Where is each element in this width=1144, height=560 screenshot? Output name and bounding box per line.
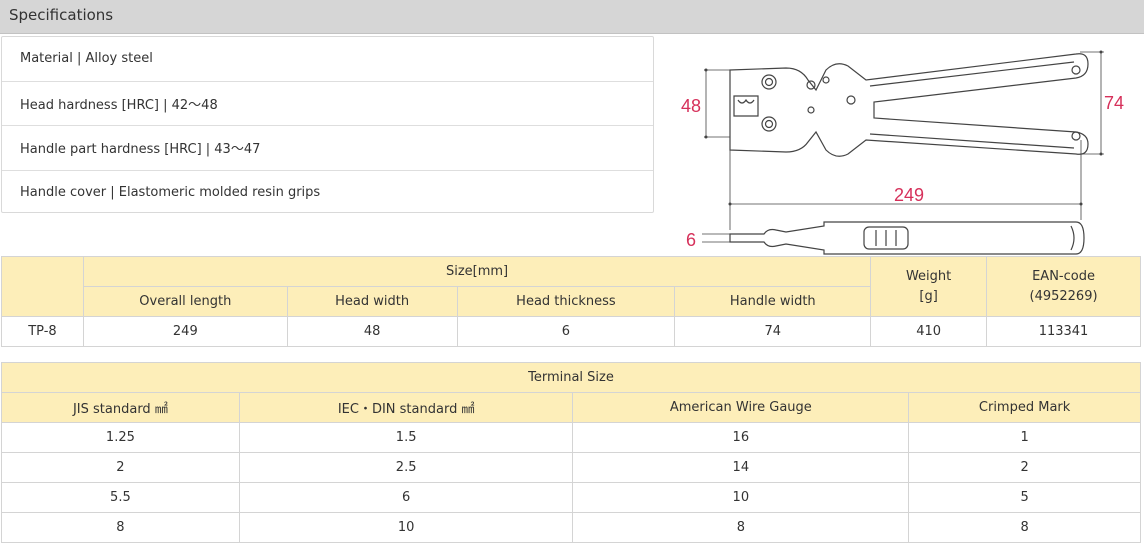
table-row: 8 10 8 8 — [1, 512, 1141, 543]
dim-head-width-label: 48 — [681, 96, 701, 116]
spec-item-head-hardness: Head hardness [HRC] | 42～48 — [2, 82, 653, 126]
cell-jis: 1.25 — [1, 422, 240, 453]
col-header-overall-length: Overall length — [82, 286, 288, 317]
tool-dimension-diagram: 48 74 249 6 — [681, 50, 1124, 255]
table-row: 1.25 1.5 16 1 — [1, 422, 1141, 453]
weight-header: Weight [g] — [870, 256, 988, 317]
cell-awg: 14 — [572, 452, 910, 483]
weight-unit: [g] — [919, 288, 938, 304]
cell-ean: 113341 — [986, 316, 1141, 347]
cell-head-width: 48 — [286, 316, 458, 347]
tool-side-outline — [729, 221, 1085, 255]
col-header-crimped-mark: Crimped Mark — [908, 392, 1141, 423]
col-header-handle-width: Handle width — [674, 286, 872, 317]
dim-thickness-label: 6 — [686, 230, 696, 250]
cell-iec-din: 1.5 — [238, 422, 574, 453]
cell-model: TP-8 — [1, 316, 84, 347]
ean-header: EAN-code (4952269) — [986, 256, 1141, 317]
cell-crimped-mark: 2 — [908, 452, 1141, 483]
cell-iec-din: 10 — [238, 512, 574, 543]
cell-iec-din: 2.5 — [238, 452, 574, 483]
col-header-iec-din: IEC・DIN standard ㎟ — [238, 392, 574, 423]
cell-crimped-mark: 8 — [908, 512, 1141, 543]
cell-weight: 410 — [870, 316, 988, 347]
cell-awg: 8 — [572, 512, 910, 543]
spec-list: Material | Alloy steel Head hardness [HR… — [1, 36, 654, 213]
terminal-size-title: Terminal Size — [1, 362, 1141, 393]
cell-awg: 16 — [572, 422, 910, 453]
section-title: Specifications — [9, 6, 114, 24]
cell-handle-width: 74 — [674, 316, 872, 347]
col-header-jis: JIS standard ㎟ — [1, 392, 240, 423]
dim-handle-width-label: 74 — [1104, 93, 1124, 113]
cell-iec-din: 6 — [238, 482, 574, 513]
col-header-head-width: Head width — [286, 286, 458, 317]
table-row: TP-8 249 48 6 74 410 113341 — [1, 316, 1141, 347]
handle-lower-inner — [869, 133, 1075, 149]
cell-overall-length: 249 — [82, 316, 288, 347]
ean-label: EAN-code — [1032, 268, 1095, 284]
cell-crimped-mark: 1 — [908, 422, 1141, 453]
spec-item-handle-hardness: Handle part hardness [HRC] | 43～47 — [2, 126, 653, 171]
cell-awg: 10 — [572, 482, 910, 513]
weight-label: Weight — [905, 268, 952, 284]
spec-item-material: Material | Alloy steel — [2, 37, 653, 82]
terminal-size-table: Terminal Size JIS standard ㎟ IEC・DIN sta… — [1, 362, 1141, 543]
cell-head-thickness: 6 — [456, 316, 676, 347]
cell-jis: 8 — [1, 512, 240, 543]
spec-item-handle-cover: Handle cover | Elastomeric molded resin … — [20, 185, 321, 201]
table-row: 2 2.5 14 2 — [1, 452, 1141, 483]
model-header-cell — [1, 256, 84, 317]
die-hole-lower — [761, 116, 777, 132]
dim-length-label: 249 — [894, 185, 924, 205]
col-header-head-thickness: Head thickness — [456, 286, 676, 317]
col-header-awg: American Wire Gauge — [572, 392, 910, 423]
tool-top-outline — [729, 53, 1089, 157]
die-hole-upper — [761, 74, 777, 90]
table-row: 5.5 6 10 5 — [1, 482, 1141, 513]
section-header: Specifications — [0, 0, 1144, 34]
ean-prefix: (4952269) — [1029, 288, 1098, 304]
cell-jis: 5.5 — [1, 482, 240, 513]
size-group-header: Size[mm] — [82, 256, 872, 287]
cell-crimped-mark: 5 — [908, 482, 1141, 513]
cell-jis: 2 — [1, 452, 240, 483]
size-table: Size[mm] Weight [g] EAN-code (4952269) O… — [1, 256, 1141, 347]
